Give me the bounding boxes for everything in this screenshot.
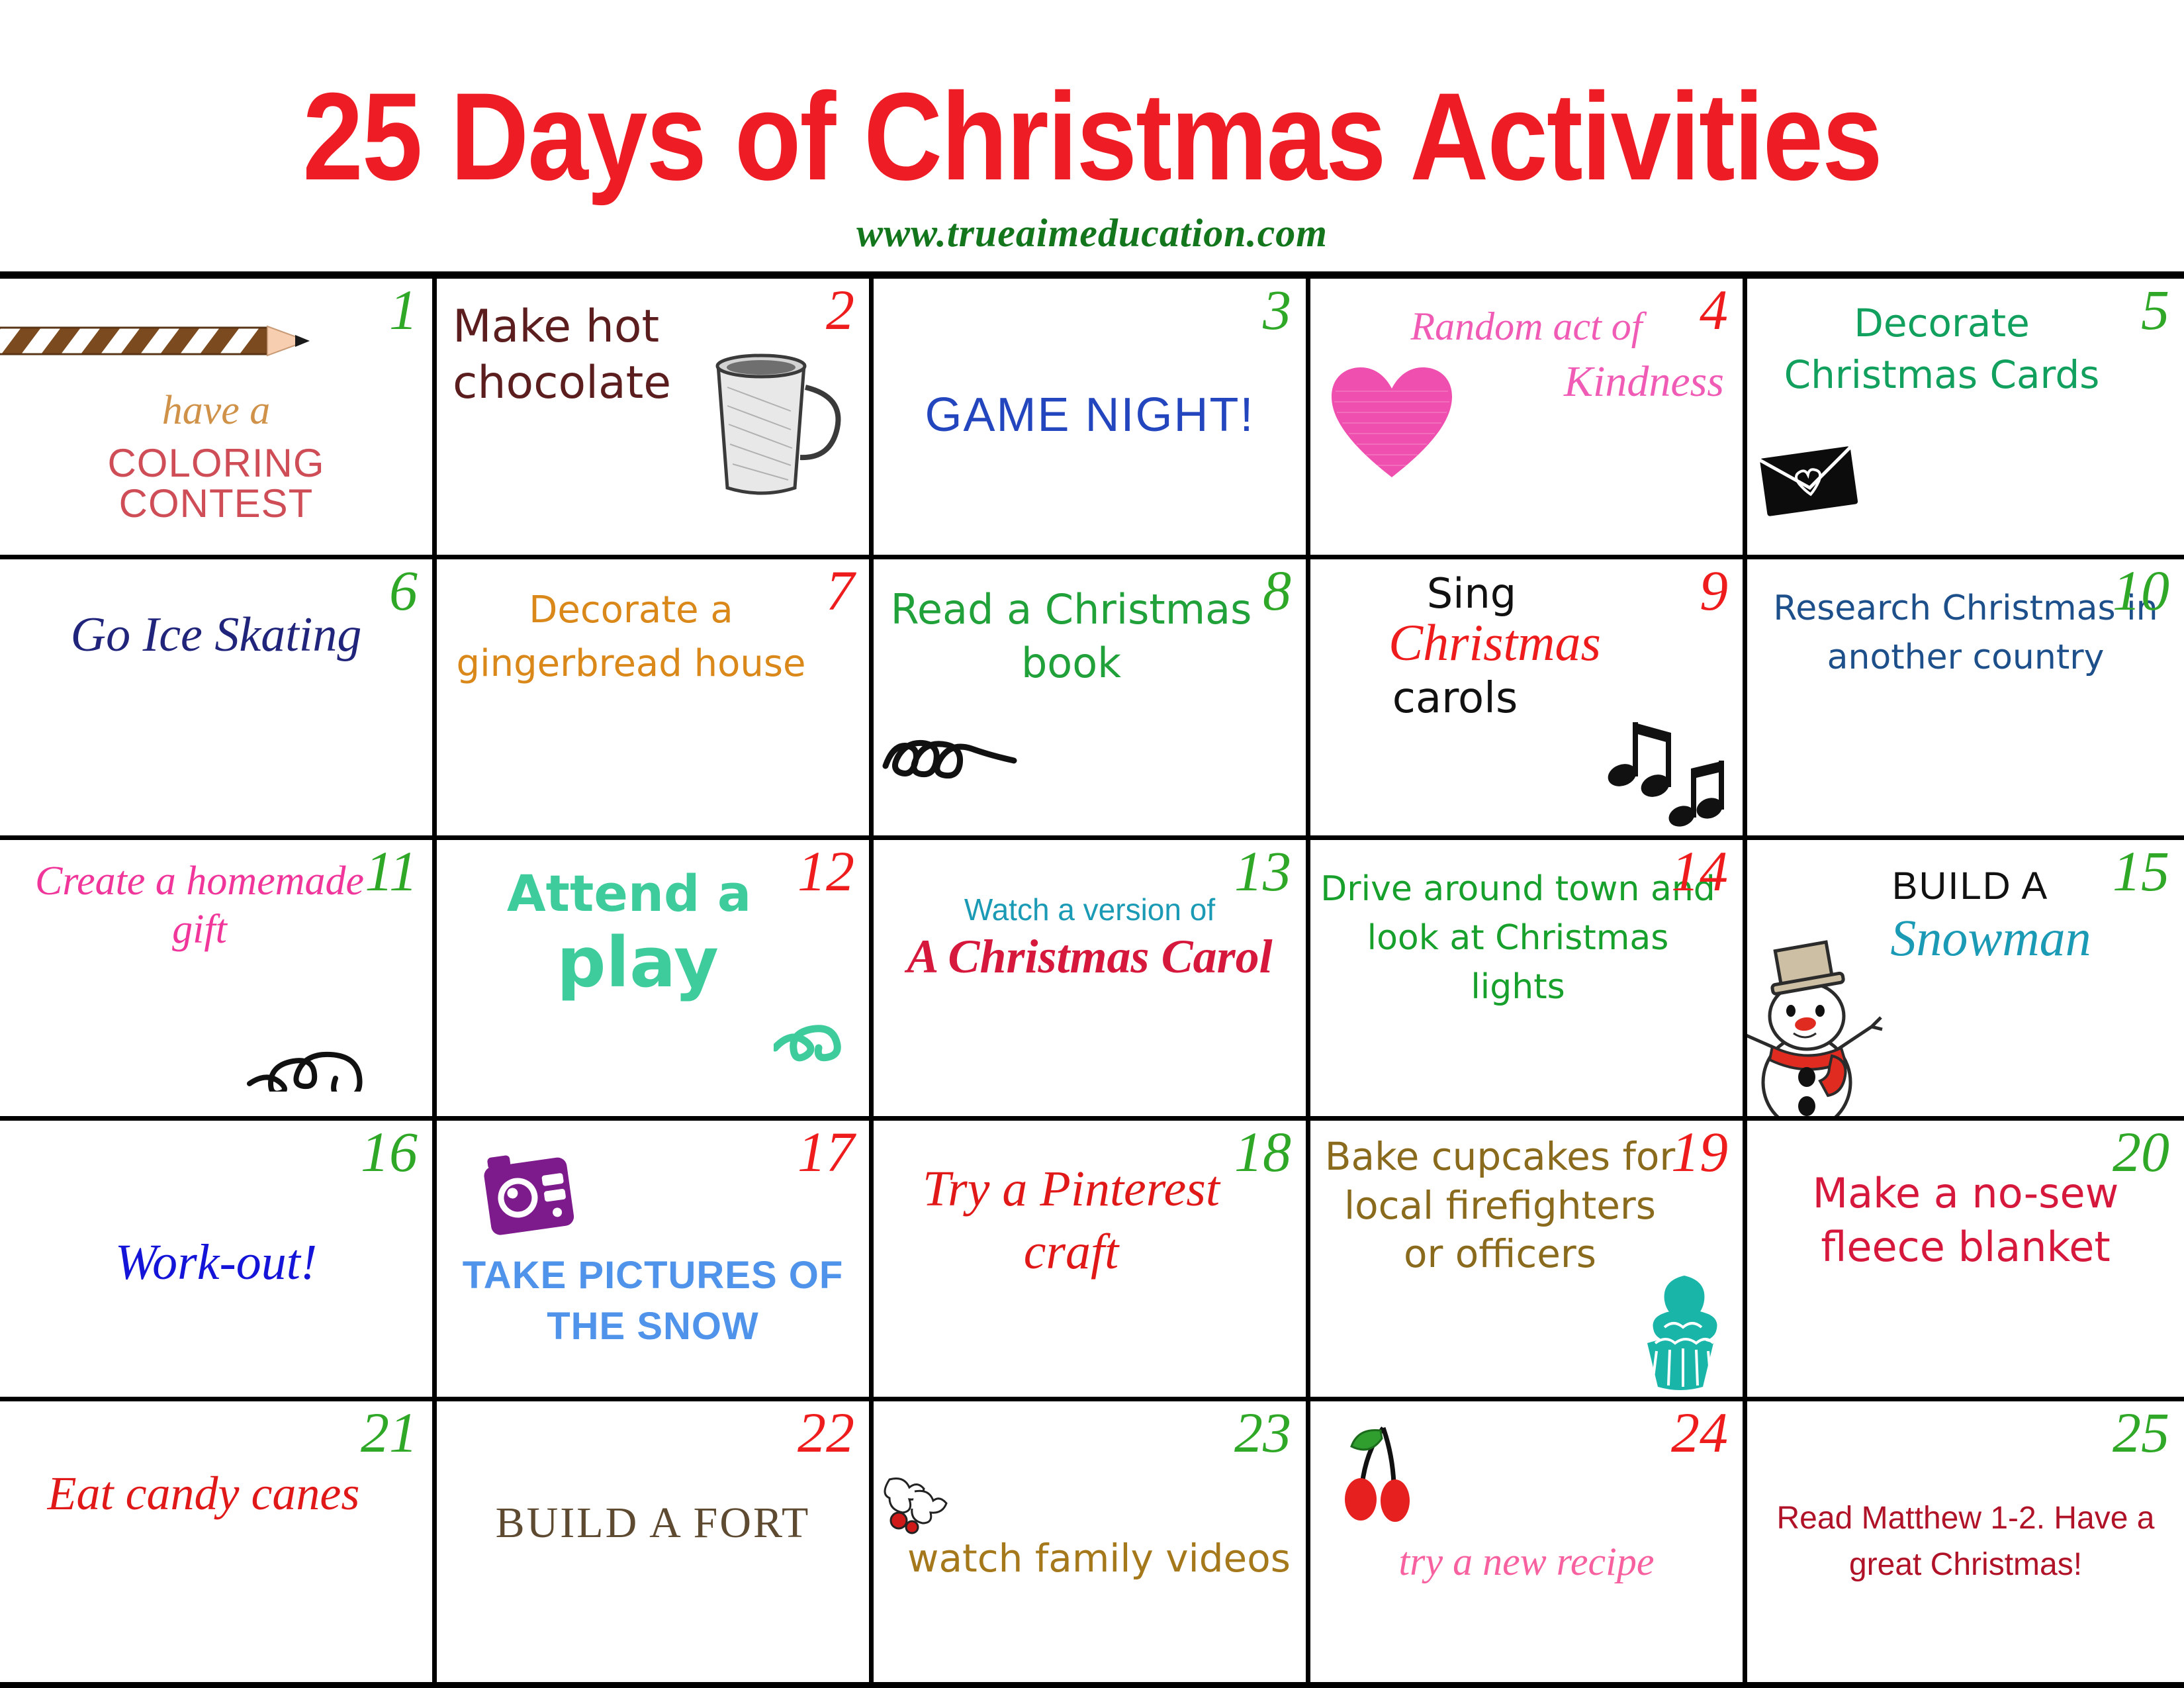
- day-cell-17[interactable]: 17 TAKE PICTURES OF THE SNOW: [437, 1121, 874, 1401]
- day-cell-22[interactable]: 22 BUILD A FORT: [437, 1401, 874, 1682]
- pencil-icon: [0, 325, 310, 357]
- day-20-line-1: Make a no-sew fleece blanket: [1812, 1169, 2119, 1271]
- day-17-line-1: TAKE PICTURES OF THE SNOW: [462, 1254, 844, 1348]
- day-14-line-1: Drive around town and look at Christmas …: [1320, 869, 1715, 1007]
- day-22-line-1: BUILD A FORT: [495, 1499, 811, 1547]
- day-number-23: 23: [1234, 1401, 1291, 1464]
- day-1-line-1: have a: [161, 388, 271, 433]
- website-url: www.trueaimeducation.com: [856, 211, 1328, 255]
- day-15-line-1: BUILD A: [1891, 865, 2049, 908]
- day-cell-8[interactable]: 8 Read a Christmas book: [874, 559, 1310, 840]
- day-9-line-1: Sing: [1426, 569, 1517, 618]
- day-9-line-2: Christmas: [1388, 614, 1601, 671]
- day-13-line-2: A Christmas Carol: [907, 930, 1273, 983]
- day-6-line-1: Go Ice Skating: [70, 608, 362, 662]
- day-cell-1[interactable]: 1 have a COLORING CONTEST: [0, 279, 437, 559]
- cupcake-icon: [1647, 1276, 1717, 1390]
- day-12-line-1: Attend a: [506, 864, 752, 923]
- holly-icon: [884, 1477, 948, 1534]
- camera-icon: [484, 1155, 574, 1235]
- activity-grid: 1 have a COLORING CONTEST 2 Make hot cho…: [0, 271, 2184, 1688]
- day-12-line-2: play: [557, 922, 719, 1003]
- day-number-22: 22: [797, 1401, 854, 1464]
- day-number-25: 25: [2113, 1401, 2169, 1464]
- day-cell-19[interactable]: 19 Bake cupcakes for local firefighters …: [1310, 1121, 1747, 1401]
- day-number-21: 21: [361, 1401, 418, 1464]
- day-cell-11[interactable]: 11 Create a homemade gift: [0, 840, 437, 1121]
- day-4-line-1: Random act of: [1410, 305, 1643, 348]
- day-24-line-1: try a new recipe: [1398, 1540, 1655, 1583]
- day-11-line-1: Create a homemade gift: [34, 859, 365, 953]
- day-cell-14[interactable]: 14 Drive around town and look at Christm…: [1310, 840, 1747, 1121]
- day-8-line-1: Read a Christmas book: [890, 585, 1252, 687]
- cherries-icon: [1345, 1426, 1410, 1522]
- day-number-24: 24: [1671, 1401, 1728, 1464]
- day-10-line-1: Research Christmas in another country: [1773, 588, 2158, 677]
- day-cell-25[interactable]: 25 Read Matthew 1-2. Have a great Christ…: [1747, 1401, 2184, 1682]
- page-title: 25 Days of Christmas Activities: [302, 66, 1882, 207]
- day-cell-13[interactable]: 13 Watch a version of A Christmas Carol: [874, 840, 1310, 1121]
- day-21-line-1: Eat candy canes: [47, 1467, 360, 1520]
- day-cell-3[interactable]: 3 GAME NIGHT!: [874, 279, 1310, 559]
- day-cell-16[interactable]: 16 Work-out!: [0, 1121, 437, 1401]
- day-cell-24[interactable]: 24 try a new recipe: [1310, 1401, 1747, 1682]
- day-number-16: 16: [361, 1121, 418, 1184]
- day-5-line-1: Decorate Christmas Cards: [1784, 301, 2100, 398]
- day-cell-21[interactable]: 21 Eat candy canes: [0, 1401, 437, 1682]
- day-cell-6[interactable]: 6 Go Ice Skating: [0, 559, 437, 840]
- day-cell-7[interactable]: 7 Decorate a gingerbread house: [437, 559, 874, 840]
- page-header: 25 Days of Christmas Activities www.true…: [0, 0, 2184, 271]
- day-cell-4[interactable]: 4 Random act of Kindness: [1310, 279, 1747, 559]
- day-cell-10[interactable]: 10 Research Christmas in another country: [1747, 559, 2184, 840]
- day-number-17: 17: [797, 1121, 854, 1184]
- day-18-line-1: Try a Pinterest craft: [923, 1161, 1220, 1280]
- day-cell-12[interactable]: 12 Attend a play: [437, 840, 874, 1121]
- printable-calendar-page: 25 Days of Christmas Activities www.true…: [0, 0, 2184, 1688]
- envelope-icon: [1759, 446, 1858, 516]
- music-notes-icon: [1608, 722, 1724, 827]
- day-number-1: 1: [389, 279, 418, 342]
- swirl-flourish-icon: [247, 1051, 363, 1092]
- day-7-line-1: Decorate a gingerbread house: [456, 588, 806, 686]
- day-2-line-1: Make hot chocolate: [453, 301, 672, 409]
- day-cell-20[interactable]: 20 Make a no-sew fleece blanket: [1747, 1121, 2184, 1401]
- day-25-line-1: Read Matthew 1-2. Have a great Christmas…: [1776, 1501, 2155, 1582]
- day-cell-9[interactable]: 9 Sing Christmas carols: [1310, 559, 1747, 840]
- day-19-line-1: Bake cupcakes for local firefighters or …: [1324, 1134, 1676, 1277]
- day-4-line-2: Kindness: [1563, 357, 1724, 406]
- day-23-line-1: watch family videos: [907, 1536, 1291, 1581]
- day-cell-5[interactable]: 5 Decorate Christmas Cards: [1747, 279, 2184, 559]
- day-number-3: 3: [1263, 279, 1291, 342]
- day-9-line-3: carols: [1392, 674, 1518, 723]
- day-1-line-2: COLORING CONTEST: [107, 441, 325, 526]
- day-cell-15[interactable]: 15 BUILD A Snowman: [1747, 840, 2184, 1121]
- day-number-2: 2: [826, 279, 854, 342]
- day-cell-23[interactable]: 23 watch family videos: [874, 1401, 1310, 1682]
- day-number-13: 13: [1234, 840, 1291, 903]
- snowman-icon: [1747, 940, 1883, 1116]
- day-3-line-1: GAME NIGHT!: [925, 389, 1255, 442]
- swirl-flourish-icon: [882, 739, 1017, 779]
- day-16-line-1: Work-out!: [114, 1235, 318, 1290]
- day-cell-2[interactable]: 2 Make hot chocolate: [437, 279, 874, 559]
- swirl-flourish-icon: [774, 1025, 841, 1062]
- day-13-line-1: Watch a version of: [964, 892, 1216, 927]
- day-cell-18[interactable]: 18 Try a Pinterest craft: [874, 1121, 1310, 1401]
